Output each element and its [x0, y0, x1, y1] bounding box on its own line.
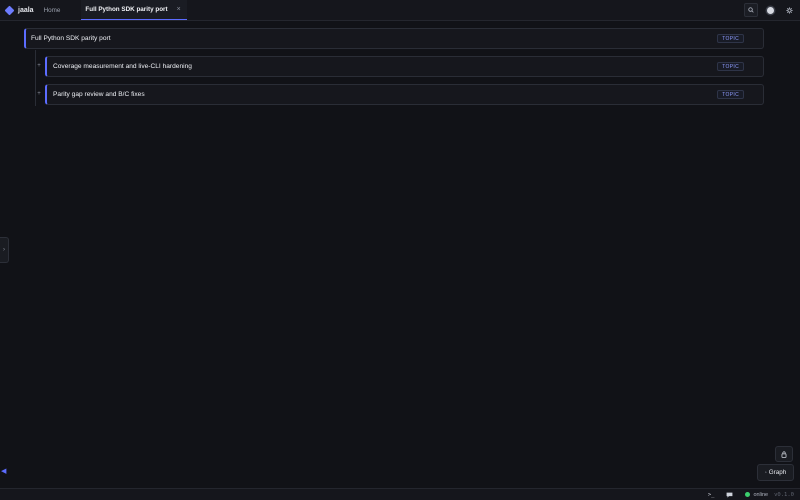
- topic-title: Full Python SDK parity port: [31, 35, 111, 42]
- lock-icon: [781, 450, 787, 458]
- version-label: v0.1.0: [774, 491, 794, 498]
- gear-icon: [785, 6, 793, 14]
- sidebar-expand-handle[interactable]: ›: [0, 237, 9, 263]
- topic-badge: TOPIC: [717, 62, 744, 71]
- top-bar: jaala Home Full Python SDK parity port ×: [0, 0, 800, 21]
- search-button[interactable]: [744, 3, 758, 17]
- app-name: jaala: [18, 6, 34, 14]
- diamond-logo-icon: [4, 5, 15, 15]
- graph-icon: ◦: [764, 469, 767, 476]
- tab-topic-label: Full Python SDK parity port: [85, 6, 168, 13]
- chat-icon[interactable]: [726, 492, 733, 498]
- tree-connector: [35, 50, 36, 106]
- topic-node-child[interactable]: Coverage measurement and live-CLI harden…: [45, 56, 764, 77]
- topic-badge: TOPIC: [717, 90, 744, 99]
- terminal-icon[interactable]: >_: [708, 492, 715, 498]
- tab-home[interactable]: Home: [36, 0, 69, 20]
- graph-button[interactable]: ◦ Graph: [757, 464, 794, 481]
- record-icon: [766, 6, 774, 14]
- search-icon: [748, 7, 754, 13]
- topic-title: Parity gap review and B/C fixes: [53, 91, 145, 98]
- graph-button-label: Graph: [768, 469, 787, 476]
- collapse-arrow-icon[interactable]: ◀: [1, 467, 6, 475]
- settings-button[interactable]: [782, 3, 796, 17]
- lock-button[interactable]: [775, 446, 793, 462]
- chevron-right-icon: ›: [3, 247, 5, 253]
- top-actions: [744, 3, 796, 17]
- status-bar: >_ online v0.1.0: [0, 488, 800, 500]
- topic-node-root[interactable]: Full Python SDK parity port TOPIC: [24, 28, 764, 49]
- connection-status: online v0.1.0: [745, 492, 794, 498]
- brand[interactable]: jaala: [0, 0, 34, 20]
- online-indicator: [745, 492, 751, 497]
- tab-topic[interactable]: Full Python SDK parity port ×: [81, 0, 187, 20]
- topic-title: Coverage measurement and live-CLI harden…: [53, 63, 192, 70]
- tab-home-label: Home: [43, 6, 61, 14]
- record-button[interactable]: [763, 3, 777, 17]
- expand-toggle[interactable]: +: [36, 91, 42, 97]
- topic-badge: TOPIC: [717, 34, 744, 43]
- connection-label: online: [753, 491, 769, 498]
- close-icon[interactable]: ×: [177, 6, 181, 13]
- topic-node-child[interactable]: Parity gap review and B/C fixes TOPIC: [45, 84, 764, 105]
- expand-toggle[interactable]: +: [36, 63, 42, 69]
